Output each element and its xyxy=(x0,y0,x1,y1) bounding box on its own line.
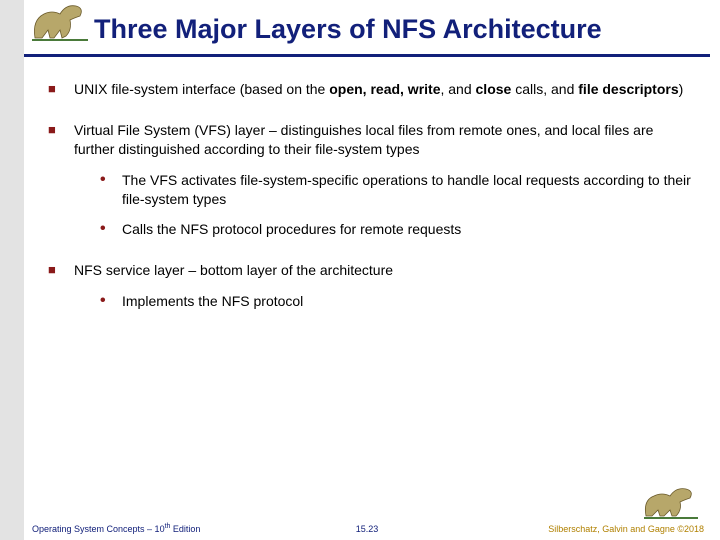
text-bold: close xyxy=(476,81,512,97)
sub-bullet-text: Implements the NFS protocol xyxy=(122,292,692,311)
slide-title: Three Major Layers of NFS Architecture xyxy=(94,8,708,51)
sub-bullet-item: • Implements the NFS protocol xyxy=(100,292,692,311)
bullet-text: Virtual File System (VFS) layer – distin… xyxy=(74,121,692,239)
bullet-item: ■ Virtual File System (VFS) layer – dist… xyxy=(48,121,692,239)
bullet-text: UNIX file-system interface (based on the… xyxy=(74,80,692,99)
slide-header: Three Major Layers of NFS Architecture xyxy=(24,8,720,51)
text-run: Virtual File System (VFS) layer – distin… xyxy=(74,122,653,157)
footer-copyright: Silberschatz, Galvin and Gagne ©2018 xyxy=(548,524,704,534)
text-run: ) xyxy=(679,81,684,97)
square-bullet-icon: ■ xyxy=(48,80,74,99)
square-bullet-icon: ■ xyxy=(48,261,74,311)
left-stripe xyxy=(0,0,24,540)
text-bold: open, read, write xyxy=(329,81,440,97)
text-run: , and xyxy=(440,81,475,97)
dot-bullet-icon: • xyxy=(100,171,122,209)
dot-bullet-icon: • xyxy=(100,292,122,311)
sub-bullet-text: The VFS activates file-system-specific o… xyxy=(122,171,692,209)
dot-bullet-icon: • xyxy=(100,220,122,239)
text-run: UNIX file-system interface (based on the xyxy=(74,81,329,97)
slide-footer: Operating System Concepts – 10th Edition… xyxy=(24,514,710,534)
sub-bullet-item: • Calls the NFS protocol procedures for … xyxy=(100,220,692,239)
slide-body: ■ UNIX file-system interface (based on t… xyxy=(48,80,692,500)
bullet-text: NFS service layer – bottom layer of the … xyxy=(74,261,692,311)
text-bold: file descriptors xyxy=(578,81,678,97)
title-rule xyxy=(24,54,710,57)
square-bullet-icon: ■ xyxy=(48,121,74,239)
bullet-item: ■ UNIX file-system interface (based on t… xyxy=(48,80,692,99)
bullet-item: ■ NFS service layer – bottom layer of th… xyxy=(48,261,692,311)
sub-bullet-text: Calls the NFS protocol procedures for re… xyxy=(122,220,692,239)
text-run: NFS service layer – bottom layer of the … xyxy=(74,262,393,278)
sub-bullet-item: • The VFS activates file-system-specific… xyxy=(100,171,692,209)
text-run: calls, and xyxy=(511,81,578,97)
